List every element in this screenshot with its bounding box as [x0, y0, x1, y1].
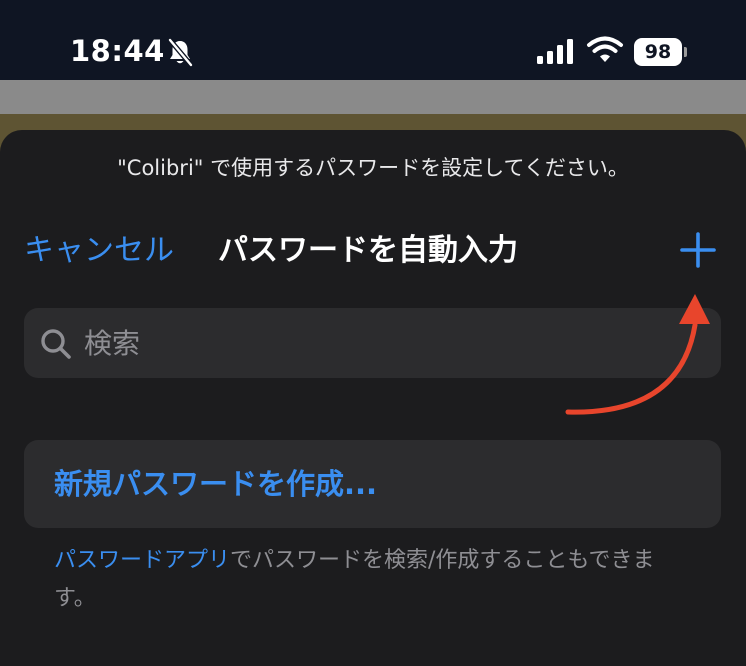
sheet-prompt: "Colibri" で使用するパスワードを設定してください。	[117, 156, 629, 180]
status-bar: 18:44 98	[0, 0, 746, 80]
password-autofill-sheet: "Colibri" で使用するパスワードを設定してください。 キャンセル パスワ…	[0, 130, 746, 666]
cellular-signal-icon	[537, 39, 573, 64]
search-field[interactable]	[24, 308, 721, 378]
background-page-toolbar	[0, 80, 746, 114]
battery-level: 98	[634, 38, 682, 66]
battery-indicator: 98	[634, 38, 688, 66]
footer-note: パスワードアプリでパスワードを検索/作成することもできます。	[54, 542, 674, 618]
create-new-password-button[interactable]: 新規パスワードを作成...	[24, 440, 721, 528]
passwords-app-link[interactable]: パスワードアプリ	[54, 548, 230, 573]
plus-icon	[680, 232, 716, 268]
status-time: 18:44	[70, 34, 165, 68]
magnifying-glass-icon	[41, 329, 71, 359]
wifi-icon	[587, 36, 623, 62]
create-new-password-label: 新規パスワードを作成...	[54, 467, 378, 501]
battery-tip	[684, 47, 687, 57]
sheet-title: パスワードを自動入力	[218, 233, 518, 268]
cancel-button[interactable]: キャンセル	[24, 226, 174, 276]
search-input[interactable]	[84, 308, 704, 378]
screen: 18:44 98 "Colibri" で使用するパスワードを設定してください。	[0, 0, 746, 666]
bell-slash-icon	[167, 38, 194, 68]
sheet-nav-bar: キャンセル パスワードを自動入力	[0, 226, 746, 276]
add-password-button[interactable]	[676, 228, 720, 272]
